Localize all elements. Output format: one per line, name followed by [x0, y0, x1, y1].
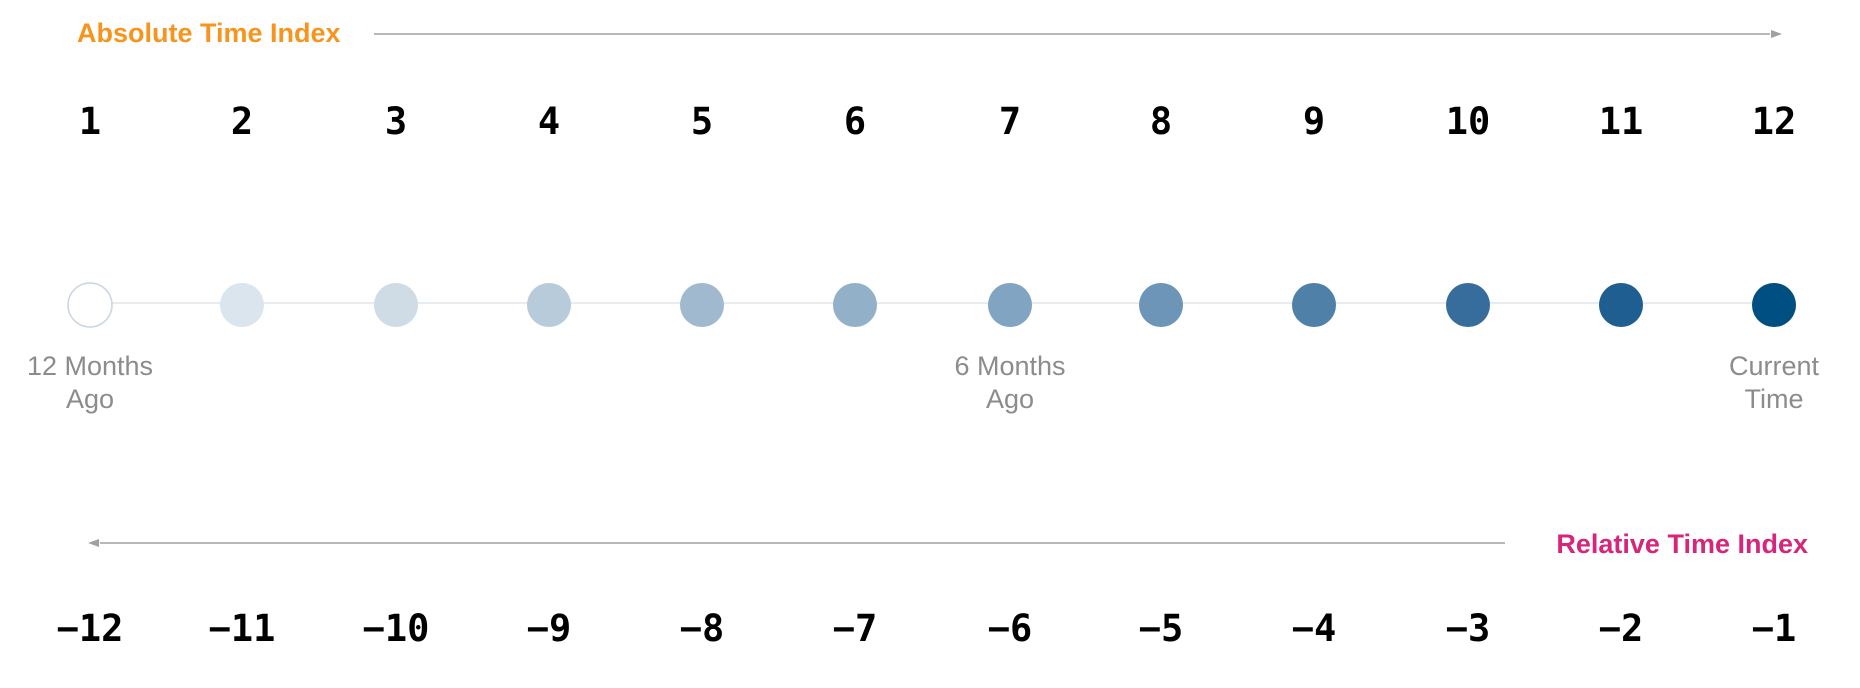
relative-index-label: −11 — [208, 607, 276, 650]
absolute-index-label: 1 — [78, 100, 102, 143]
relative-index-label: −1 — [1751, 607, 1797, 650]
time-marker-line: 12 Months — [26, 351, 154, 381]
relative-index-label: −9 — [526, 607, 572, 650]
time-point-circle — [1292, 283, 1336, 327]
time-point-circle — [67, 282, 113, 328]
time-point-circle — [833, 283, 877, 327]
absolute-index-label: 12 — [1751, 100, 1797, 143]
relative-index-label: −10 — [362, 607, 430, 650]
time-marker-label: 12 Months Ago — [0, 350, 190, 416]
time-point-circle — [1446, 283, 1490, 327]
time-point-circle — [680, 283, 724, 327]
time-point-circle — [1599, 283, 1643, 327]
time-index-diagram: Absolute Time Index Relative Time Index … — [0, 0, 1860, 688]
relative-index-label: −3 — [1445, 607, 1491, 650]
relative-index-label: −4 — [1291, 607, 1337, 650]
absolute-index-label: 11 — [1598, 100, 1644, 143]
time-point-circle — [1139, 283, 1183, 327]
time-point-circle — [220, 283, 264, 327]
relative-index-label: −8 — [679, 607, 725, 650]
time-point-circle — [374, 283, 418, 327]
time-point-circle — [527, 283, 571, 327]
absolute-index-label: 6 — [843, 100, 867, 143]
absolute-axis-arrowhead — [1771, 30, 1782, 38]
time-points — [67, 282, 1796, 328]
relative-index-label: −6 — [987, 607, 1033, 650]
absolute-index-label: 3 — [384, 100, 408, 143]
absolute-index-label: 5 — [690, 100, 714, 143]
absolute-index-label: 4 — [537, 100, 561, 143]
time-point-circle — [1752, 283, 1796, 327]
relative-index-label: −5 — [1138, 607, 1184, 650]
time-marker-label: Current Time — [1674, 350, 1860, 416]
relative-index-label: −7 — [832, 607, 878, 650]
time-marker-line: 6 Months — [954, 351, 1066, 381]
time-marker-line: Ago — [985, 384, 1035, 414]
relative-time-index-title: Relative Time Index — [1556, 529, 1808, 559]
time-marker-line: Current — [1728, 351, 1820, 381]
time-point-circle — [988, 283, 1032, 327]
absolute-index-label: 10 — [1445, 100, 1491, 143]
time-marker-label: 6 Months Ago — [910, 350, 1110, 416]
relative-index-label: −2 — [1598, 607, 1644, 650]
time-marker-line: Ago — [65, 384, 115, 414]
absolute-time-index-title: Absolute Time Index — [77, 18, 341, 48]
absolute-index-label: 7 — [998, 100, 1022, 143]
absolute-index-label: 2 — [230, 100, 254, 143]
time-marker-line: Time — [1744, 384, 1804, 414]
absolute-index-label: 9 — [1302, 100, 1326, 143]
relative-index-label: −12 — [56, 607, 124, 650]
absolute-index-label: 8 — [1149, 100, 1173, 143]
relative-axis-arrowhead — [88, 539, 99, 547]
